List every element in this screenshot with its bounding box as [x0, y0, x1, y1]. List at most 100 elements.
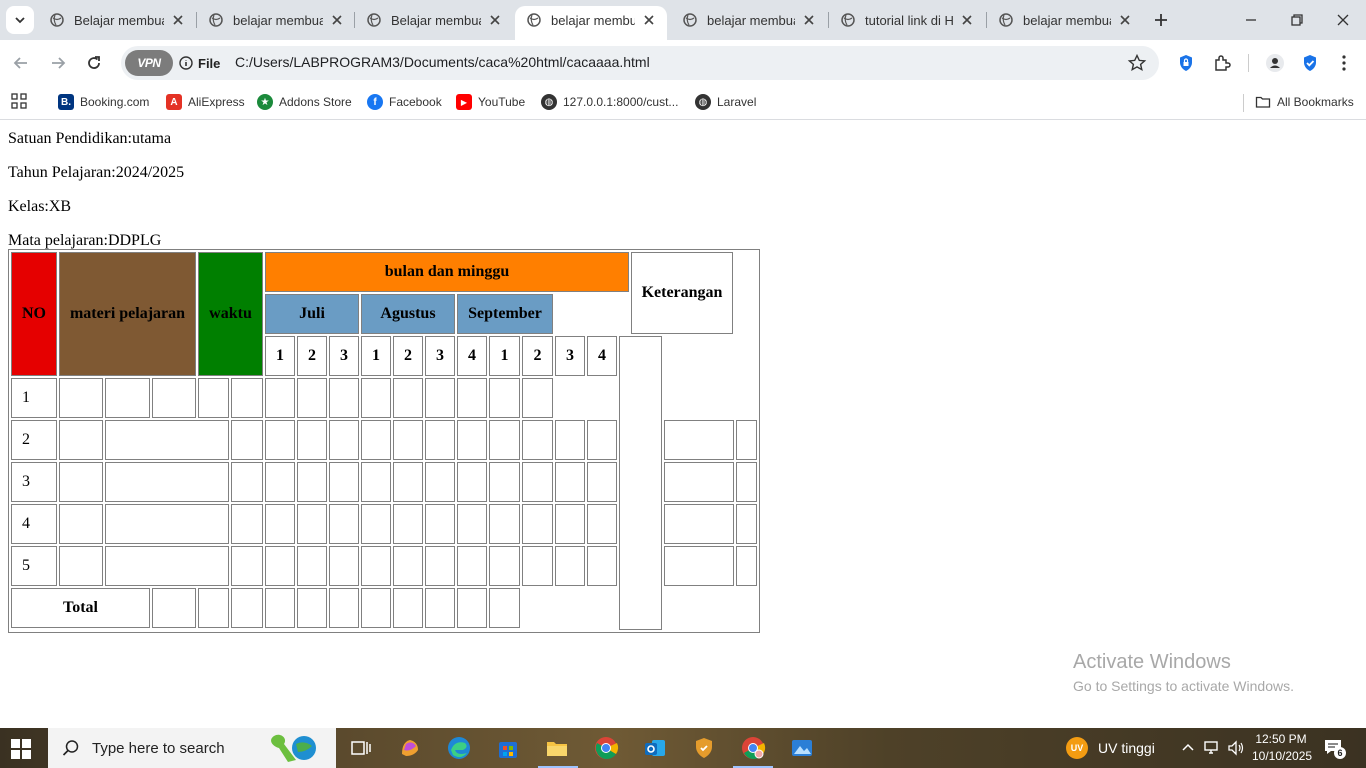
empty-cell [457, 378, 487, 418]
tab-7[interactable]: belajar membuat [987, 6, 1143, 34]
close-icon[interactable] [959, 12, 975, 28]
empty-cell [393, 546, 423, 586]
bookmark-laravel[interactable]: ◍ Laravel [695, 92, 756, 112]
bookmark-localhost[interactable]: ◍ 127.0.0.1:8000/cust... [541, 92, 678, 112]
empty-cell [265, 588, 295, 628]
close-icon[interactable] [1117, 12, 1133, 28]
tab-2[interactable]: belajar membuat [197, 6, 355, 34]
tab-1[interactable]: Belajar membuat [38, 6, 196, 34]
chrome-icon[interactable] [592, 734, 620, 762]
tab-4-active[interactable]: belajar membuat [515, 6, 667, 40]
reload-icon[interactable] [84, 53, 104, 73]
bookmark-addons-store[interactable]: ★ Addons Store [257, 92, 352, 112]
chevron-up-icon[interactable] [1181, 741, 1195, 755]
empty-cell [59, 462, 103, 502]
globe-icon [50, 13, 64, 27]
chrome-active-icon[interactable] [739, 734, 767, 762]
empty-cell [489, 504, 520, 544]
forward-arrow-icon[interactable] [48, 53, 68, 73]
notification-center-button[interactable]: 6 [1323, 738, 1346, 759]
month-september: September [457, 294, 553, 334]
empty-cell [361, 546, 391, 586]
row-number-cell: 3 [11, 462, 57, 502]
empty-cell [265, 420, 295, 460]
empty-cell [105, 462, 229, 502]
tab-5[interactable]: belajar membuat [671, 6, 827, 34]
tab-title: belajar membuat [233, 12, 323, 28]
vpn-button[interactable]: VPN [125, 50, 173, 76]
tab-title: tutorial link di H [865, 12, 953, 28]
header-materi-pelajaran: materi pelajaran [59, 252, 196, 376]
profile-avatar-icon[interactable] [1265, 53, 1285, 73]
empty-tall-cell [619, 336, 662, 630]
weather-widget[interactable]: UV UV tinggi [1066, 728, 1155, 768]
total-label-cell: Total [11, 588, 150, 628]
clock-time: 12:50 PM [1255, 732, 1307, 746]
tab-6[interactable]: tutorial link di H [829, 6, 985, 34]
window-close-icon[interactable] [1333, 10, 1353, 30]
empty-cell [231, 504, 263, 544]
close-icon[interactable] [641, 12, 657, 28]
empty-cell [231, 546, 263, 586]
apps-grid-icon[interactable] [11, 93, 27, 109]
empty-cell [736, 462, 757, 502]
bookmark-star-icon[interactable] [1127, 53, 1147, 73]
bookmark-label: YouTube [478, 95, 526, 109]
vpn-shield-app-icon[interactable] [690, 734, 718, 762]
task-view-icon[interactable] [347, 734, 375, 762]
close-icon[interactable] [170, 12, 186, 28]
globe-icon [209, 13, 223, 27]
all-bookmarks-button[interactable]: All Bookmarks [1255, 92, 1354, 112]
empty-cell [231, 378, 263, 418]
clock-date: 10/10/2025 [1252, 749, 1313, 763]
widgets-copilot-icon[interactable] [396, 734, 424, 762]
empty-cell [231, 420, 263, 460]
extensions-puzzle-icon[interactable] [1212, 53, 1232, 73]
volume-icon[interactable] [1227, 740, 1245, 756]
week-cell: 3 [555, 336, 585, 376]
info-icon [179, 56, 193, 70]
activate-windows-watermark: Activate Windows Go to Settings to activ… [1073, 651, 1294, 694]
close-icon[interactable] [329, 12, 345, 28]
bookmark-facebook[interactable]: f Facebook [367, 92, 442, 112]
page-content: Satuan Pendidikan:utama Tahun Pelajaran:… [0, 121, 1366, 728]
address-bar[interactable]: VPN File C:/Users/LABPROGRAM3/Documents/… [121, 46, 1159, 80]
empty-cell [329, 462, 359, 502]
taskbar-search-box[interactable]: Type here to search [48, 728, 336, 768]
empty-cell [297, 546, 327, 586]
outlook-icon[interactable] [641, 734, 669, 762]
site-info-chip[interactable]: File [179, 50, 220, 76]
empty-cell [489, 378, 520, 418]
windows-start-icon[interactable] [10, 738, 32, 760]
network-icon[interactable] [1203, 740, 1221, 756]
empty-cell [198, 378, 229, 418]
edge-browser-icon[interactable] [445, 734, 473, 762]
close-icon[interactable] [801, 12, 817, 28]
bookmark-aliexpress[interactable]: A AliExpress [166, 92, 245, 112]
url-text[interactable]: C:/Users/LABPROGRAM3/Documents/caca%20ht… [235, 54, 650, 70]
tab-search-button[interactable] [6, 6, 34, 34]
file-explorer-icon[interactable] [543, 734, 571, 762]
tab-3[interactable]: Belajar membuat [355, 6, 513, 34]
bookmark-label: Laravel [717, 95, 757, 109]
microsoft-store-icon[interactable] [494, 734, 522, 762]
menu-kebab-icon[interactable] [1334, 53, 1354, 73]
bookmark-youtube[interactable]: ▶ YouTube [456, 92, 525, 112]
shield-lock-extension-icon[interactable] [1176, 53, 1196, 73]
month-agustus: Agustus [361, 294, 455, 334]
new-tab-plus-icon[interactable] [1151, 10, 1171, 30]
folder-icon [1255, 96, 1271, 108]
security-shield-check-icon[interactable] [1300, 53, 1320, 73]
photos-app-icon[interactable] [788, 734, 816, 762]
back-arrow-icon[interactable] [11, 53, 31, 73]
taskbar-clock[interactable]: 12:50 PM 10/10/2025 [1252, 731, 1313, 765]
empty-cell [329, 504, 359, 544]
globe-icon [999, 13, 1013, 27]
close-icon[interactable] [487, 12, 503, 28]
watermark-title: Activate Windows [1073, 651, 1231, 673]
minimize-icon[interactable] [1241, 10, 1261, 30]
empty-cell [457, 588, 487, 628]
restore-icon[interactable] [1287, 10, 1307, 30]
empty-cell [231, 462, 263, 502]
bookmark-booking[interactable]: B. Booking.com [58, 92, 149, 112]
